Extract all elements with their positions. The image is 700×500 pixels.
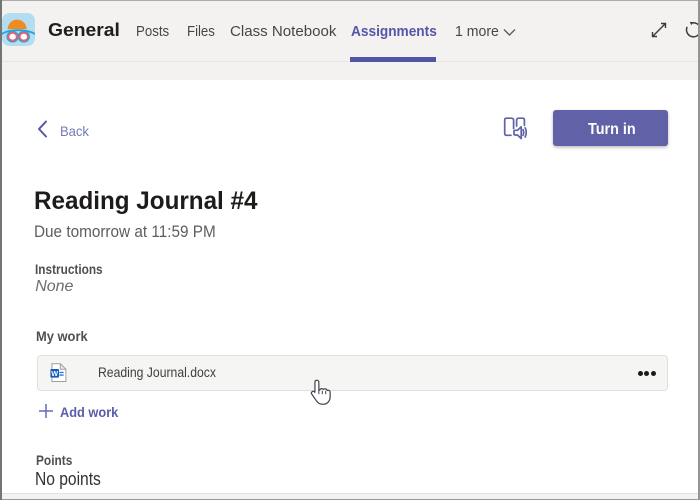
svg-text:W: W	[51, 369, 58, 378]
